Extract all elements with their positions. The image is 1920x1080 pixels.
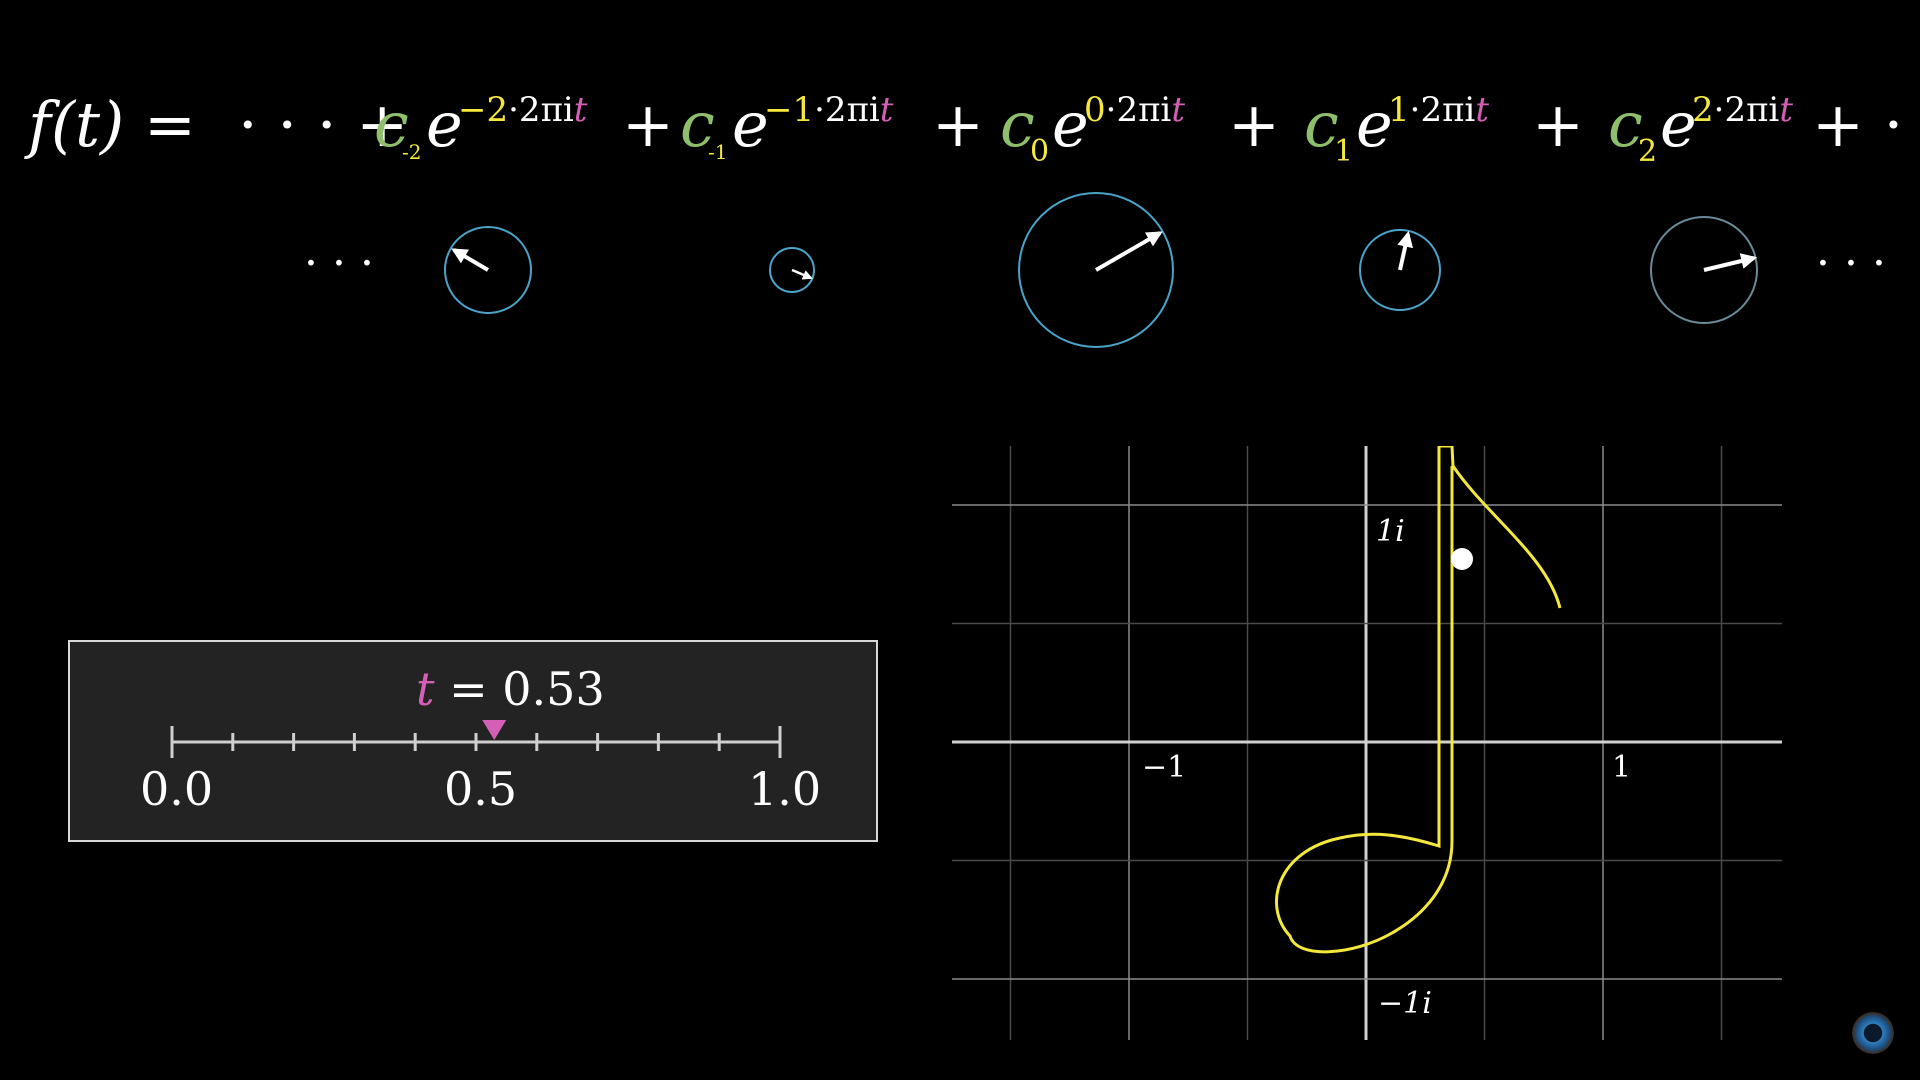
slider-marker[interactable]: [482, 720, 507, 740]
time-slider-panel: t = 0.53 0.0 0.5 1.0: [68, 640, 878, 842]
slider-track: [170, 726, 782, 758]
pi-creature-logo-icon: [1852, 1012, 1894, 1054]
phasor-c-minus-2: [444, 226, 532, 314]
music-note-curve: [1275, 446, 1562, 954]
axis-label-pos-1: 1: [1612, 750, 1632, 785]
phasor-arrow: [1397, 230, 1414, 271]
trace-point: [1451, 548, 1473, 570]
axis-label-neg-1: −1: [1142, 750, 1187, 785]
slider-max-label: 1.0: [748, 762, 822, 816]
axis-label-neg-i: −1i: [1378, 986, 1432, 1021]
phasor-c-2: [1650, 216, 1758, 324]
phasor-arrow: [1094, 231, 1163, 272]
phasor-arrow: [1703, 253, 1758, 272]
phasor-c-1: [1359, 229, 1441, 311]
axis-label-pos-i: 1i: [1376, 514, 1405, 549]
complex-plane: [952, 446, 1782, 1040]
phasor-arrow: [451, 248, 490, 272]
phasor-c-0: [1018, 192, 1174, 348]
slider-min-label: 0.0: [140, 762, 214, 816]
phasor-arrow: [791, 268, 813, 280]
phasor-c-minus-1: [769, 247, 815, 293]
slider-mid-label: 0.5: [444, 762, 518, 816]
grid-lines: [952, 446, 1782, 1040]
